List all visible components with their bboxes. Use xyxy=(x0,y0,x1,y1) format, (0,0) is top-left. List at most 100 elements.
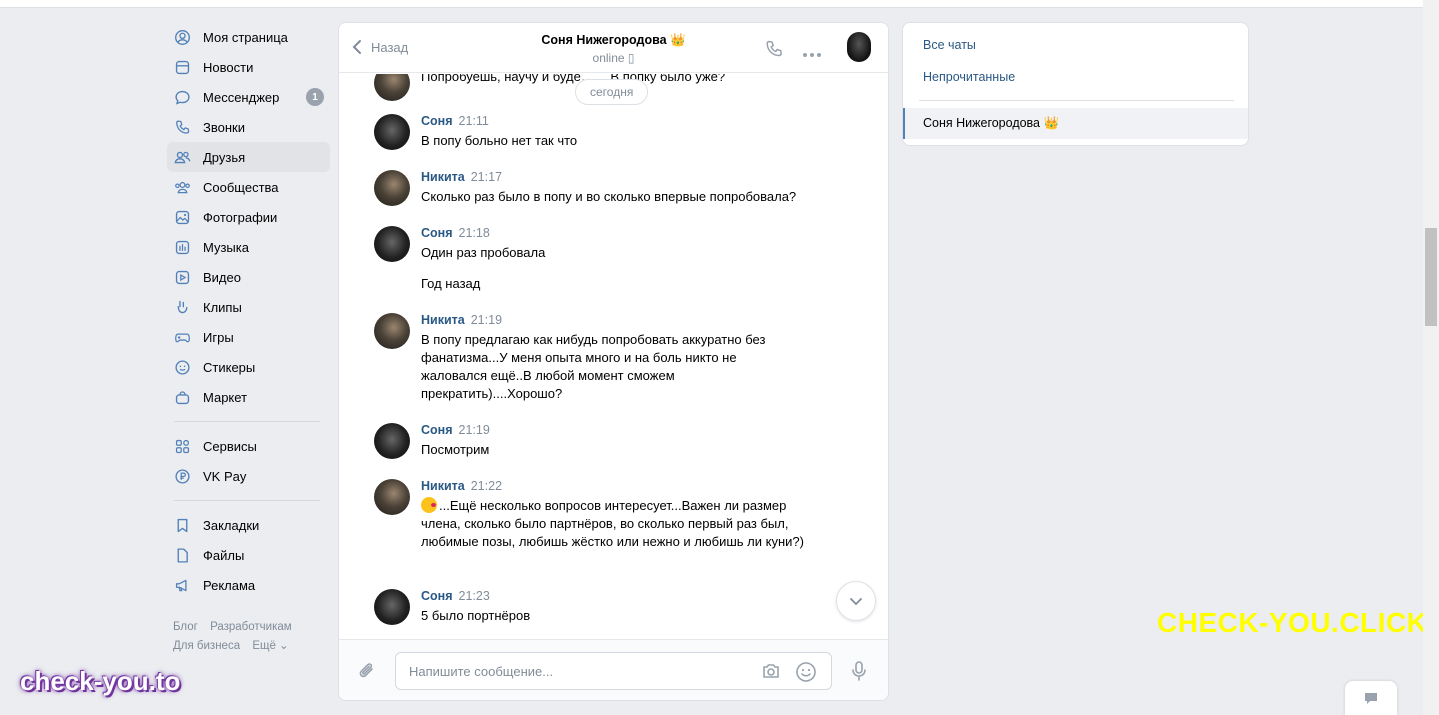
avatar[interactable] xyxy=(374,589,410,625)
watermark-text: CHECK-YOU.CLICK xyxy=(1157,607,1428,638)
nav-label: Стикеры xyxy=(203,359,256,375)
open-chat-button[interactable] xyxy=(1345,681,1397,715)
active-chat-item[interactable]: Соня Нижегородова 👑 xyxy=(903,108,1248,139)
message-author[interactable]: Соня xyxy=(421,589,453,603)
page-scrollbar[interactable] xyxy=(1423,0,1439,715)
nav-label: Файлы xyxy=(203,547,245,563)
message-text: ...Ещё несколько вопросов интересует...В… xyxy=(421,498,804,549)
microphone-icon[interactable] xyxy=(850,660,868,687)
nav-divider xyxy=(174,421,320,422)
message-author[interactable]: Никита xyxy=(421,170,465,184)
message-text-wrapper: ...Ещё несколько вопросов интересует...В… xyxy=(421,497,806,551)
message-time: 21:11 xyxy=(458,114,489,128)
nav-label: Игры xyxy=(203,329,234,345)
message-time: 21:19 xyxy=(470,313,503,327)
nav-item-news[interactable]: Новости xyxy=(167,52,330,82)
photo-icon xyxy=(174,209,191,226)
nav-item-files[interactable]: Файлы xyxy=(167,540,330,570)
watermark-text: check-you.to xyxy=(20,666,181,696)
nav-item-clips[interactable]: Клипы xyxy=(167,292,330,322)
message-header: Никита 21:19 xyxy=(421,313,502,327)
nav-item-my-page[interactable]: Моя страница xyxy=(167,22,330,52)
video-icon xyxy=(174,269,191,286)
footer-link-business[interactable]: Для бизнеса xyxy=(173,640,240,652)
communities-icon xyxy=(174,179,191,196)
nav-label: Мессенджер xyxy=(203,89,280,105)
chat-panel: Назад Соня Нижегородова 👑 online ▯ сегод… xyxy=(338,22,889,701)
nav-item-ads[interactable]: Реклама xyxy=(167,570,330,600)
message-author[interactable]: Никита xyxy=(421,479,465,493)
smile-icon[interactable] xyxy=(795,661,817,688)
nav-item-video[interactable]: Видео xyxy=(167,262,330,292)
nav-label: Видео xyxy=(203,269,241,285)
nav-item-services[interactable]: Сервисы xyxy=(167,431,330,461)
bookmark-icon xyxy=(174,517,191,534)
contact-avatar[interactable] xyxy=(847,32,871,62)
avatar[interactable] xyxy=(374,114,410,150)
message-time: 21:19 xyxy=(458,423,490,437)
call-phone-icon[interactable] xyxy=(764,39,784,64)
nav-label: Звонки xyxy=(203,119,245,135)
avatar[interactable] xyxy=(374,226,410,262)
nav-divider xyxy=(174,500,320,501)
message-author[interactable]: Соня xyxy=(421,423,453,437)
nav-item-photos[interactable]: Фотографии xyxy=(167,202,330,232)
market-bag-icon xyxy=(174,389,191,406)
nav-item-stickers[interactable]: Стикеры xyxy=(167,352,330,382)
message-header: Соня 21:11 xyxy=(421,114,489,128)
megaphone-icon xyxy=(174,577,191,594)
phone-icon xyxy=(174,119,191,136)
more-dots-icon[interactable] xyxy=(802,45,822,63)
message-header: Никита 21:22 xyxy=(421,479,502,493)
scrollbar-thumb[interactable] xyxy=(1425,228,1437,326)
chat-bubble-icon xyxy=(1365,693,1377,704)
footer-link-more[interactable]: Ещё ⌄ xyxy=(252,640,288,652)
nav-label: Моя страница xyxy=(203,29,288,45)
avatar[interactable] xyxy=(374,74,410,101)
message-header: Никита 21:17 xyxy=(421,170,502,184)
footer-link-developers[interactable]: Разработчикам xyxy=(210,621,292,633)
message-header: Соня 21:19 xyxy=(421,423,490,437)
nav-item-communities[interactable]: Сообщества xyxy=(167,172,330,202)
nav-label: Клипы xyxy=(203,299,242,315)
nav-item-bookmarks[interactable]: Закладки xyxy=(167,510,330,540)
avatar[interactable] xyxy=(374,423,410,459)
nav-item-friends[interactable]: Друзья xyxy=(167,142,330,172)
nav-label: Закладки xyxy=(203,517,260,533)
message-author[interactable]: Соня xyxy=(421,114,453,128)
camera-icon[interactable] xyxy=(761,662,781,685)
nav-item-music[interactable]: Музыка xyxy=(167,232,330,262)
nav-label: Сервисы xyxy=(203,438,257,454)
filter-all-chats[interactable]: Все чаты xyxy=(923,38,976,52)
paperclip-icon[interactable] xyxy=(357,660,377,687)
user-circle-icon xyxy=(174,29,191,46)
nav-label: Музыка xyxy=(203,239,249,255)
avatar[interactable] xyxy=(374,170,410,206)
message-list: сегодня Попробуешь, научу и буде… …В поп… xyxy=(339,74,888,639)
message-header: Соня 21:18 xyxy=(421,226,490,240)
message-author[interactable]: Соня xyxy=(421,226,453,240)
services-grid-icon xyxy=(174,438,191,455)
nav-item-market[interactable]: Маркет xyxy=(167,382,330,412)
nav-item-vkpay[interactable]: VK Pay xyxy=(167,461,330,491)
footer-link-blog[interactable]: Блог xyxy=(173,621,198,633)
nav-item-calls[interactable]: Звонки xyxy=(167,112,330,142)
message-composer xyxy=(339,639,888,700)
filter-unread[interactable]: Непрочитанные xyxy=(923,70,1015,84)
scroll-down-button[interactable] xyxy=(836,581,876,621)
nav-label: Новости xyxy=(203,59,254,75)
avatar[interactable] xyxy=(374,479,410,515)
top-bar xyxy=(0,0,1423,8)
date-divider: сегодня xyxy=(575,79,649,105)
friends-icon xyxy=(174,149,191,166)
message-icon xyxy=(174,89,191,106)
message-author[interactable]: Никита xyxy=(421,313,465,327)
nav-label: Друзья xyxy=(203,149,246,165)
nav-item-games[interactable]: Игры xyxy=(167,322,330,352)
chevron-down-icon xyxy=(850,597,862,605)
nav-item-messenger[interactable]: Мессенджер 1 xyxy=(167,82,330,112)
message-text: Год назад xyxy=(421,276,481,291)
chat-header: Назад Соня Нижегородова 👑 online ▯ xyxy=(339,23,888,73)
nav-label: Маркет xyxy=(203,389,248,405)
avatar[interactable] xyxy=(374,313,410,349)
